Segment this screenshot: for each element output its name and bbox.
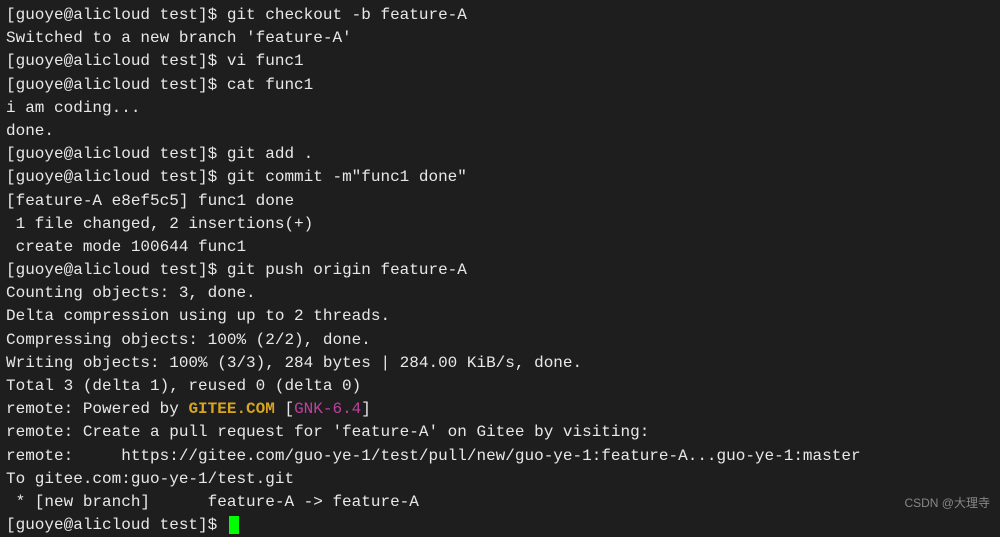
- shell-prompt: [guoye@alicloud test]$: [6, 145, 227, 163]
- terminal-line: [guoye@alicloud test]$ git add .: [6, 143, 994, 166]
- bracket-close: ]: [361, 400, 371, 418]
- command-text: cat func1: [227, 76, 313, 94]
- terminal-line: create mode 100644 func1: [6, 236, 994, 259]
- cursor-icon: [229, 516, 239, 534]
- terminal-line: [guoye@alicloud test]$ git checkout -b f…: [6, 4, 994, 27]
- command-text: git add .: [227, 145, 313, 163]
- shell-prompt: [guoye@alicloud test]$: [6, 6, 227, 24]
- remote-text: remote: Powered by: [6, 400, 188, 418]
- bracket-open: [: [275, 400, 294, 418]
- terminal-line: Total 3 (delta 1), reused 0 (delta 0): [6, 375, 994, 398]
- terminal-line: remote: Powered by GITEE.COM [GNK-6.4]: [6, 398, 994, 421]
- shell-prompt: [guoye@alicloud test]$: [6, 261, 227, 279]
- terminal-line: Compressing objects: 100% (2/2), done.: [6, 329, 994, 352]
- terminal-line: Counting objects: 3, done.: [6, 282, 994, 305]
- terminal-line: 1 file changed, 2 insertions(+): [6, 213, 994, 236]
- terminal-line: remote: Create a pull request for 'featu…: [6, 421, 994, 444]
- terminal-line: [feature-A e8ef5c5] func1 done: [6, 190, 994, 213]
- terminal-output[interactable]: [guoye@alicloud test]$ git checkout -b f…: [6, 4, 994, 537]
- shell-prompt: [guoye@alicloud test]$: [6, 76, 227, 94]
- terminal-line: i am coding...: [6, 97, 994, 120]
- command-text: git push origin feature-A: [227, 261, 467, 279]
- gnk-version: GNK-6.4: [294, 400, 361, 418]
- terminal-line: To gitee.com:guo-ye-1/test.git: [6, 468, 994, 491]
- terminal-line: remote: https://gitee.com/guo-ye-1/test/…: [6, 445, 994, 468]
- command-text: vi func1: [227, 52, 304, 70]
- terminal-line: [guoye@alicloud test]$ git push origin f…: [6, 259, 994, 282]
- shell-prompt: [guoye@alicloud test]$: [6, 168, 227, 186]
- terminal-line: [guoye@alicloud test]$ vi func1: [6, 50, 994, 73]
- terminal-line: Delta compression using up to 2 threads.: [6, 305, 994, 328]
- command-text: git checkout -b feature-A: [227, 6, 467, 24]
- terminal-line: Writing objects: 100% (3/3), 284 bytes |…: [6, 352, 994, 375]
- shell-prompt: [guoye@alicloud test]$: [6, 516, 227, 534]
- terminal-line: [guoye@alicloud test]$ git commit -m"fun…: [6, 166, 994, 189]
- terminal-line: [guoye@alicloud test]$ cat func1: [6, 74, 994, 97]
- command-text: git commit -m"func1 done": [227, 168, 467, 186]
- terminal-line: * [new branch] feature-A -> feature-A: [6, 491, 994, 514]
- terminal-line: done.: [6, 120, 994, 143]
- shell-prompt: [guoye@alicloud test]$: [6, 52, 227, 70]
- gitee-brand: GITEE.COM: [188, 400, 274, 418]
- terminal-line: Switched to a new branch 'feature-A': [6, 27, 994, 50]
- watermark-text: CSDN @大理寺: [904, 495, 990, 512]
